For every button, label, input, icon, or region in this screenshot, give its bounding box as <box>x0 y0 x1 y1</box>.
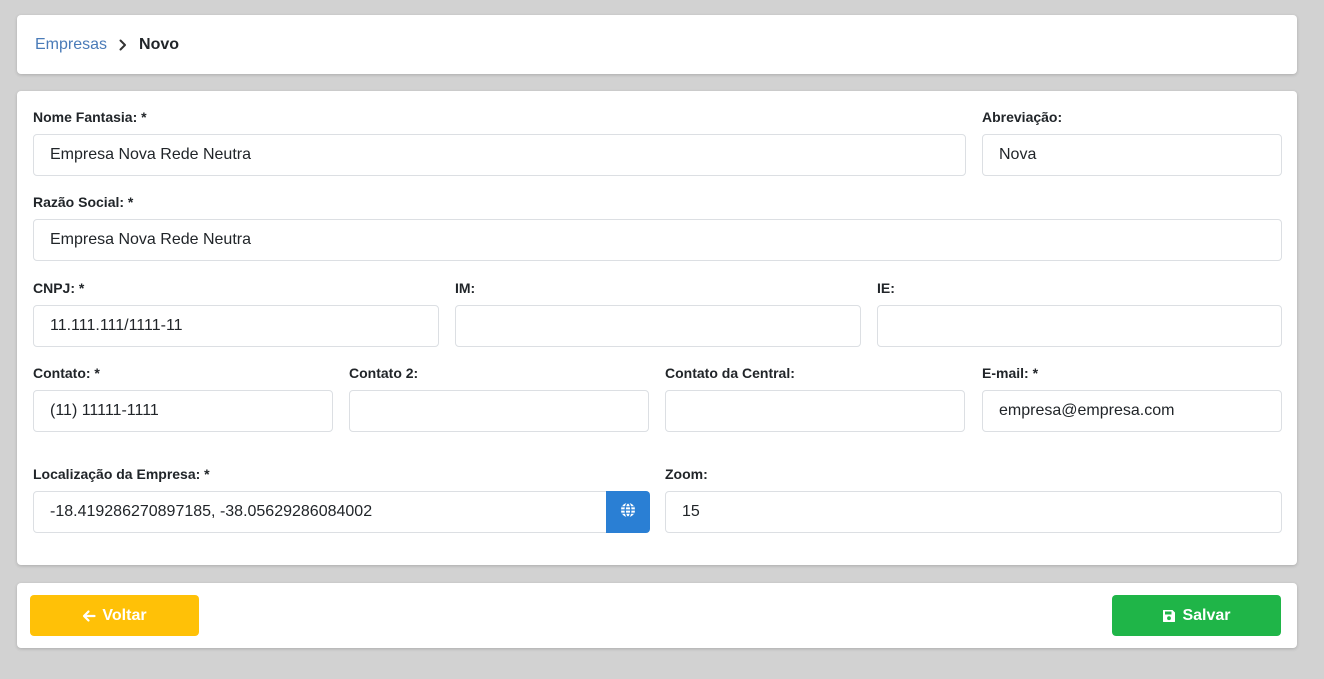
abreviacao-input[interactable]: Nova <box>982 134 1282 176</box>
razao-social-input[interactable]: Empresa Nova Rede Neutra <box>33 219 1282 261</box>
ie-label: IE: <box>877 280 895 296</box>
save-button[interactable]: Salvar <box>1112 595 1281 636</box>
back-button[interactable]: Voltar <box>30 595 199 636</box>
im-input[interactable] <box>455 305 861 347</box>
ie-input[interactable] <box>877 305 1282 347</box>
contato-input[interactable]: (11) 11111-1111 <box>33 390 333 432</box>
save-button-label: Salvar <box>1182 606 1231 624</box>
breadcrumb-empresas-link[interactable]: Empresas <box>35 36 107 54</box>
company-form: Nome Fantasia: * Empresa Nova Rede Neutr… <box>17 91 1297 565</box>
arrow-left-icon <box>82 609 102 623</box>
nome-fantasia-input[interactable]: Empresa Nova Rede Neutra <box>33 134 966 176</box>
zoom-label: Zoom: <box>665 466 708 482</box>
zoom-input[interactable]: 15 <box>665 491 1282 533</box>
contato-label: Contato: * <box>33 365 100 381</box>
globe-icon <box>620 501 636 523</box>
breadcrumb-current: Novo <box>139 35 180 53</box>
breadcrumb-card: Empresas Novo <box>17 15 1297 74</box>
pick-location-button[interactable] <box>606 491 650 533</box>
contato-central-input[interactable] <box>665 390 965 432</box>
floppy-disk-icon <box>1162 609 1182 623</box>
breadcrumb: Empresas Novo <box>35 15 179 74</box>
cnpj-input[interactable]: 11.111.111/1111-11 <box>33 305 439 347</box>
email-label: E-mail: * <box>982 365 1039 381</box>
email-input[interactable]: empresa@empresa.com <box>982 390 1282 432</box>
razao-social-label: Razão Social: * <box>33 194 134 210</box>
localizacao-label: Localização da Empresa: * <box>33 466 210 482</box>
contato-central-label: Contato da Central: <box>665 365 795 381</box>
actions-bar: Voltar Salvar <box>17 583 1297 648</box>
contato2-label: Contato 2: <box>349 365 419 381</box>
back-button-label: Voltar <box>102 606 147 624</box>
cnpj-label: CNPJ: * <box>33 280 85 296</box>
im-label: IM: <box>455 280 476 296</box>
localizacao-input[interactable]: -18.419286270897185, -38.05629286084002 <box>33 491 607 533</box>
contato2-input[interactable] <box>349 390 649 432</box>
nome-fantasia-label: Nome Fantasia: * <box>33 109 147 125</box>
chevron-right-icon <box>119 39 127 51</box>
abreviacao-label: Abreviação: <box>982 109 1063 125</box>
